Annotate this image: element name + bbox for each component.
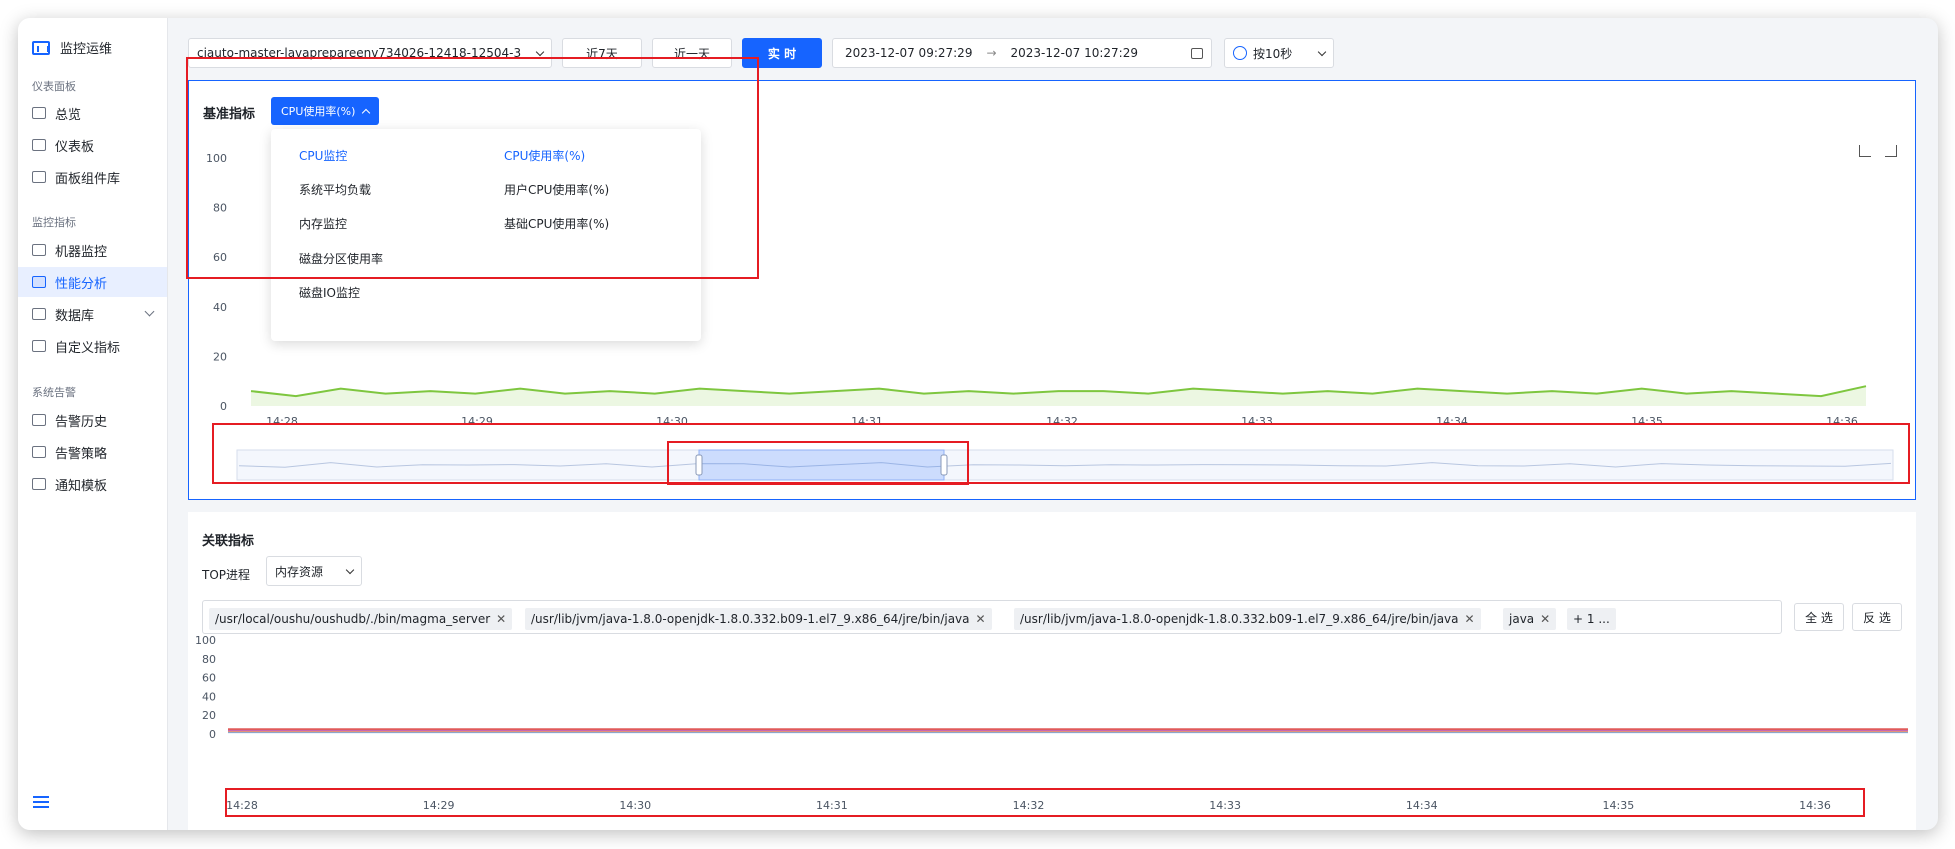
sidebar-item-alert-policy[interactable]: 告警策略 [18,437,167,467]
interval-select[interactable]: 按10秒 [1224,38,1334,68]
alert-history-icon [32,414,46,426]
chevron-down-icon [535,47,545,56]
monitor-logo-icon [32,40,50,55]
host-select[interactable]: ciauto-master-lavaprepareenv734026-12418… [188,38,552,68]
alert-policy-icon [32,446,46,458]
data-zoom-handle-right [940,454,948,476]
data-zoom-window [698,449,945,481]
x-tick-label: 14:34 [1406,799,1438,812]
sidebar-item-notification-template[interactable]: 通知模板 [18,469,167,499]
sidebar-item-custom-metric[interactable]: 自定义指标 [18,331,167,361]
y-tick-label: 60 [213,251,227,264]
x-tick-label: 14:29 [461,415,493,428]
sidebar-item-widget-library[interactable]: 面板组件库 [18,162,167,192]
x-tick-label: 14:36 [1799,799,1831,812]
menu-item-disk-partition[interactable]: 磁盘分区使用率 [299,250,383,267]
notification-icon [32,478,46,490]
menu-item-load-average[interactable]: 系统平均负载 [299,181,371,198]
y-tick-label: 20 [202,709,216,722]
brand[interactable]: 监控运维 [32,38,112,57]
menu-item-cpu-monitor[interactable]: CPU监控 [299,147,347,164]
y-tick-label: 20 [213,350,227,363]
brand-label: 监控运维 [60,42,113,57]
machine-monitor-icon [32,244,46,256]
sidebar-item-overview[interactable]: 总览 [18,98,167,128]
x-tick-label: 14:33 [1209,799,1241,812]
x-tick-label: 14:28 [266,415,298,428]
database-icon [32,308,46,320]
last-7-days-button[interactable]: 近7天 [562,38,642,68]
x-tick-label: 14:31 [816,799,848,812]
widget-library-icon [32,171,46,183]
clock-icon [1233,46,1247,60]
calendar-icon [1191,47,1203,59]
y-tick-label: 100 [206,152,227,165]
app-window: 监控运维 仪表面板 总览 仪表板 面板组件库 监控指标 机器监控 性能分析 数据… [18,18,1938,830]
x-tick-label: 14:30 [656,415,688,428]
performance-icon [32,276,46,288]
menu-item-base-cpu-usage[interactable]: 基础CPU使用率(%) [504,215,609,232]
range-start: 2023-12-07 09:27:29 [845,46,973,60]
sidebar-item-dashboard[interactable]: 仪表板 [18,130,167,160]
home-icon [32,107,46,119]
y-tick-label: 80 [202,653,216,666]
x-tick-label: 14:32 [1046,415,1078,428]
associated-metric-chart: 0 20 40 60 80 100 14:28 14:29 14:30 14:31 14:32 14:… [195,634,1908,812]
y-tick-label: 40 [213,301,227,314]
chevron-down-icon [1317,47,1327,56]
x-tick-label: 14:29 [423,799,455,812]
sidebar-item-machine-monitor[interactable]: 机器监控 [18,235,167,265]
associated-metric-panel: 关联指标 TOP进程 内存资源 /usr/local/oushu/oushudb… [188,512,1916,830]
x-tick-label: 14:30 [619,799,651,812]
last-1-day-button[interactable]: 近一天 [652,38,732,68]
realtime-button[interactable]: 实 时 [742,38,822,68]
x-tick-label: 14:36 [1826,415,1858,428]
menu-item-memory-monitor[interactable]: 内存监控 [299,215,347,232]
base-metric-panel: 基准指标 CPU使用率(%) 0 20 40 60 80 100 14:28 14:29 14:… [188,80,1916,500]
x-tick-label: 14:35 [1603,799,1635,812]
y-tick-label: 80 [213,202,227,215]
range-end: 2023-12-07 10:27:29 [1010,46,1138,60]
menu-item-cpu-usage[interactable]: CPU使用率(%) [504,147,585,164]
sidebar-item-database[interactable]: 数据库 [18,299,167,329]
x-tick-label: 14:33 [1241,415,1273,428]
sidebar-item-alert-history[interactable]: 告警历史 [18,405,167,435]
data-zoom-handle-left [695,454,703,476]
x-tick-label: 14:31 [851,415,883,428]
menu-item-user-cpu-usage[interactable]: 用户CPU使用率(%) [504,181,609,198]
x-tick-label: 14:32 [1013,799,1045,812]
section-metrics: 监控指标 [32,216,76,229]
date-range-picker[interactable]: 2023-12-07 09:27:29 → 2023-12-07 10:27:2… [832,38,1212,68]
arrow-right-icon: → [986,46,997,60]
collapse-menu-icon[interactable] [33,796,49,808]
menu-item-disk-io[interactable]: 磁盘IO监控 [299,284,360,301]
custom-metric-icon [32,340,46,352]
section-alerts: 系统告警 [32,386,76,399]
y-tick-label: 60 [202,672,216,685]
sidebar: 监控运维 仪表面板 总览 仪表板 面板组件库 监控指标 机器监控 性能分析 数据… [18,18,168,830]
y-tick-label: 0 [220,400,227,413]
chevron-down-icon [144,306,155,317]
x-tick-label: 14:35 [1631,415,1663,428]
dashboard-icon [32,139,46,151]
x-tick-label: 14:28 [226,799,258,812]
cpu-usage-area [251,386,1866,406]
y-tick-label: 40 [202,690,216,703]
sidebar-item-performance[interactable]: 性能分析 [18,267,167,297]
y-tick-label: 0 [209,728,216,741]
y-tick-label: 100 [195,634,216,647]
x-tick-label: 14:34 [1436,415,1468,428]
section-dashboard-panel: 仪表面板 [32,80,76,93]
metric-dropdown-menu: CPU监控 系统平均负载 内存监控 磁盘分区使用率 磁盘IO监控 CPU使用率(… [271,129,701,341]
